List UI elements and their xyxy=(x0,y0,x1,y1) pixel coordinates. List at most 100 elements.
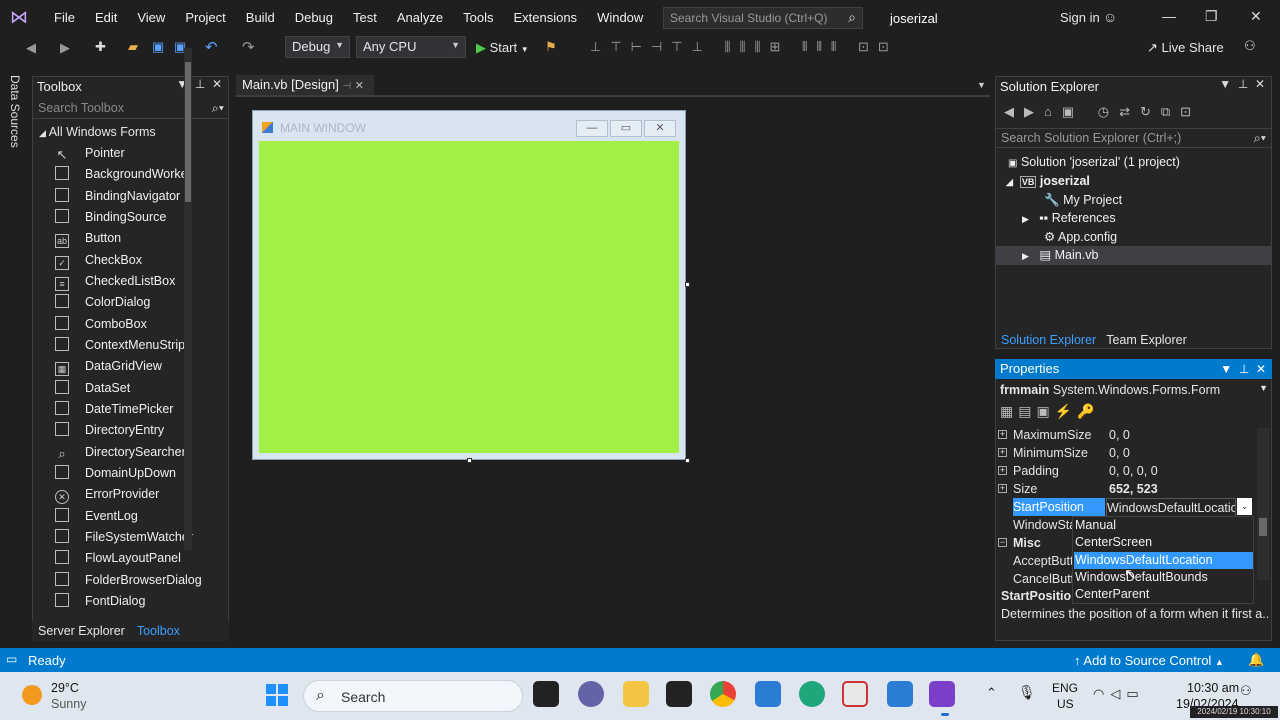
toolbox-item[interactable]: BindingSource xyxy=(55,207,166,228)
dropdown-option[interactable]: CenterParent xyxy=(1074,586,1253,603)
properties-toolbar[interactable]: ▦▤▣⚡🔑 xyxy=(1000,403,1100,420)
app-icon[interactable] xyxy=(755,681,781,707)
toolbox-item[interactable]: DirectoryEntry xyxy=(55,420,164,441)
menu-test[interactable]: Test xyxy=(343,0,387,35)
toolbox-item[interactable]: ab Button xyxy=(55,228,121,249)
tab-team-explorer[interactable]: Team Explorer xyxy=(1102,333,1191,347)
tab-main-vb-design[interactable]: Main.vb [Design] ⊣ ✕ xyxy=(236,75,374,95)
panel-controls[interactable]: ▼ ⊥ ✕ xyxy=(1219,77,1265,91)
toolbox-item[interactable]: DomainUpDown xyxy=(55,463,176,484)
object-selector[interactable]: frmmain System.Windows.Forms.Form ▼ xyxy=(1000,383,1268,397)
photos-icon[interactable] xyxy=(887,681,913,707)
toolbox-item[interactable]: ComboBox xyxy=(55,314,147,335)
account-icon[interactable]: ☺ xyxy=(1103,9,1117,25)
resize-handle-right[interactable] xyxy=(685,282,690,287)
edge-icon[interactable] xyxy=(799,681,825,707)
notification-icon[interactable]: ⚇ xyxy=(1240,683,1252,699)
menu-edit[interactable]: Edit xyxy=(85,0,127,35)
task-view-icon[interactable] xyxy=(533,681,559,707)
toolbox-item[interactable]: BindingNavigator xyxy=(55,186,180,207)
menu-tools[interactable]: Tools xyxy=(453,0,503,35)
project-node[interactable]: ◢ VB joserizal xyxy=(1006,172,1090,191)
microphone-icon[interactable]: 🎙 xyxy=(1018,684,1036,701)
close-icon[interactable]: ✕ xyxy=(212,77,222,91)
toolbox-item[interactable]: EventLog xyxy=(55,506,138,527)
open-folder-icon[interactable]: ▰ xyxy=(128,39,138,55)
toolbox-item[interactable]: ≡ CheckedListBox xyxy=(55,271,175,292)
pin-icon[interactable]: ⊣ xyxy=(342,81,351,92)
close-icon[interactable]: ✕ xyxy=(1256,362,1266,376)
pin-icon[interactable]: ⊥ xyxy=(1238,77,1248,91)
dropdown-option-selected[interactable]: WindowsDefaultLocation xyxy=(1074,552,1253,569)
tab-overflow-icon[interactable]: ▼ xyxy=(977,80,986,90)
toolbox-group[interactable]: ◢ All Windows Forms xyxy=(39,125,156,139)
taskbar-search[interactable]: ⌕ Search xyxy=(303,680,523,712)
menu-debug[interactable]: Debug xyxy=(285,0,343,35)
toolbox-search-input[interactable]: Search Toolbox ⌕▾ xyxy=(33,99,228,119)
data-sources-tab[interactable]: Data Sources xyxy=(8,75,22,148)
file-explorer-icon[interactable] xyxy=(623,681,649,707)
feedback-icon[interactable]: ⚇ xyxy=(1244,38,1256,54)
start-button[interactable]: ▶ Start ▼ xyxy=(476,40,529,56)
pin-icon[interactable]: ⊥ xyxy=(1239,362,1249,376)
menu-window[interactable]: Window xyxy=(587,0,653,35)
resize-handle-bottom[interactable] xyxy=(467,458,472,463)
dropdown-icon[interactable]: ▼ xyxy=(1220,362,1232,376)
notification-bell-icon[interactable]: 🔔 xyxy=(1248,652,1264,668)
new-project-icon[interactable]: ✚ xyxy=(95,39,106,55)
dropdown-option[interactable]: Manual xyxy=(1074,517,1253,534)
teams-icon[interactable] xyxy=(578,681,604,707)
property-row[interactable]: + Size 652, 523 xyxy=(996,480,1254,498)
windows-start-icon[interactable] xyxy=(266,684,288,706)
toolbox-item[interactable]: FileSystemWatcher xyxy=(55,527,193,548)
form-client-area[interactable] xyxy=(259,141,679,453)
chevron-down-icon[interactable]: ⌄ xyxy=(1237,498,1252,515)
chrome-icon[interactable] xyxy=(710,681,736,707)
solution-explorer-toolbar[interactable]: ◀▶⌂▣ ◷⇄↻⧉⊡ xyxy=(1004,104,1201,120)
add-to-source-control[interactable]: ↑ Add to Source Control ▲ xyxy=(1074,653,1224,668)
toolbox-item[interactable]: ColorDialog xyxy=(55,292,150,313)
tree-item[interactable]: ▶ ▪▪ References xyxy=(1022,209,1116,228)
tab-server-explorer[interactable]: Server Explorer xyxy=(32,624,131,638)
tab-solution-explorer[interactable]: Solution Explorer xyxy=(995,333,1102,347)
solution-node[interactable]: ▣ Solution 'joserizal' (1 project) xyxy=(1008,153,1180,172)
toolbox-item[interactable]: BackgroundWorker xyxy=(55,164,192,185)
toolbox-item[interactable]: ⌕ DirectorySearcher xyxy=(55,442,185,463)
property-row[interactable]: + MinimumSize 0, 0 xyxy=(996,444,1254,462)
dropdown-icon[interactable]: ▼ xyxy=(1219,77,1231,91)
config-select[interactable]: Debug ▼ xyxy=(285,36,350,58)
properties-scrollbar[interactable] xyxy=(1257,428,1269,580)
toolbox-item[interactable]: FontDialog xyxy=(55,591,145,612)
tab-toolbox[interactable]: Toolbox xyxy=(131,624,186,638)
save-icon[interactable]: ▣ xyxy=(152,39,164,55)
menu-extensions[interactable]: Extensions xyxy=(503,0,587,35)
property-row[interactable]: + Padding 0, 0, 0, 0 xyxy=(996,462,1254,480)
minimize-icon[interactable]: — xyxy=(1162,8,1176,24)
menu-view[interactable]: View xyxy=(127,0,175,35)
forward-icon[interactable]: ▶ xyxy=(60,40,70,56)
solution-search-input[interactable]: Search Solution Explorer (Ctrl+;) ⌕▾ xyxy=(996,128,1271,148)
resize-handle-corner[interactable] xyxy=(685,458,690,463)
menu-project[interactable]: Project xyxy=(175,0,235,35)
toolbox-item[interactable]: ContextMenuStrip xyxy=(55,335,185,356)
visual-studio-icon[interactable] xyxy=(929,681,955,707)
panel-controls[interactable]: ▼ ⊥ ✕ xyxy=(1220,359,1266,379)
clock-time[interactable]: 10:30 am xyxy=(1187,681,1239,695)
language-eng[interactable]: ENG xyxy=(1052,681,1078,695)
close-icon[interactable]: ✕ xyxy=(1255,77,1265,91)
property-row-startposition[interactable]: StartPosition WindowsDefaultLocation ⌄ xyxy=(996,498,1254,518)
live-share-button[interactable]: ↗ Live Share xyxy=(1147,40,1224,56)
pin-icon[interactable]: ⊥ xyxy=(195,77,205,91)
snipping-tool-icon[interactable] xyxy=(842,681,868,707)
vs-search-input[interactable]: Search Visual Studio (Ctrl+Q) ⌕ xyxy=(663,7,863,29)
tree-item-selected[interactable]: ▶ ▤ Main.vb xyxy=(996,246,1271,265)
restore-icon[interactable]: ❐ xyxy=(1205,8,1218,25)
toolbox-item[interactable]: ✕ ErrorProvider xyxy=(55,484,159,505)
chevron-up-icon[interactable]: ⌃ xyxy=(986,685,997,701)
system-tray-icons[interactable]: ◠◁▭ xyxy=(1093,686,1145,702)
toolbox-item[interactable]: ▦ DataGridView xyxy=(55,356,162,377)
dropdown-option[interactable]: CenterScreen xyxy=(1074,534,1253,551)
weather-sun-icon[interactable] xyxy=(22,685,42,705)
toolbox-scroll-thumb[interactable] xyxy=(185,62,191,202)
weather-temp[interactable]: 29°C xyxy=(51,681,79,695)
